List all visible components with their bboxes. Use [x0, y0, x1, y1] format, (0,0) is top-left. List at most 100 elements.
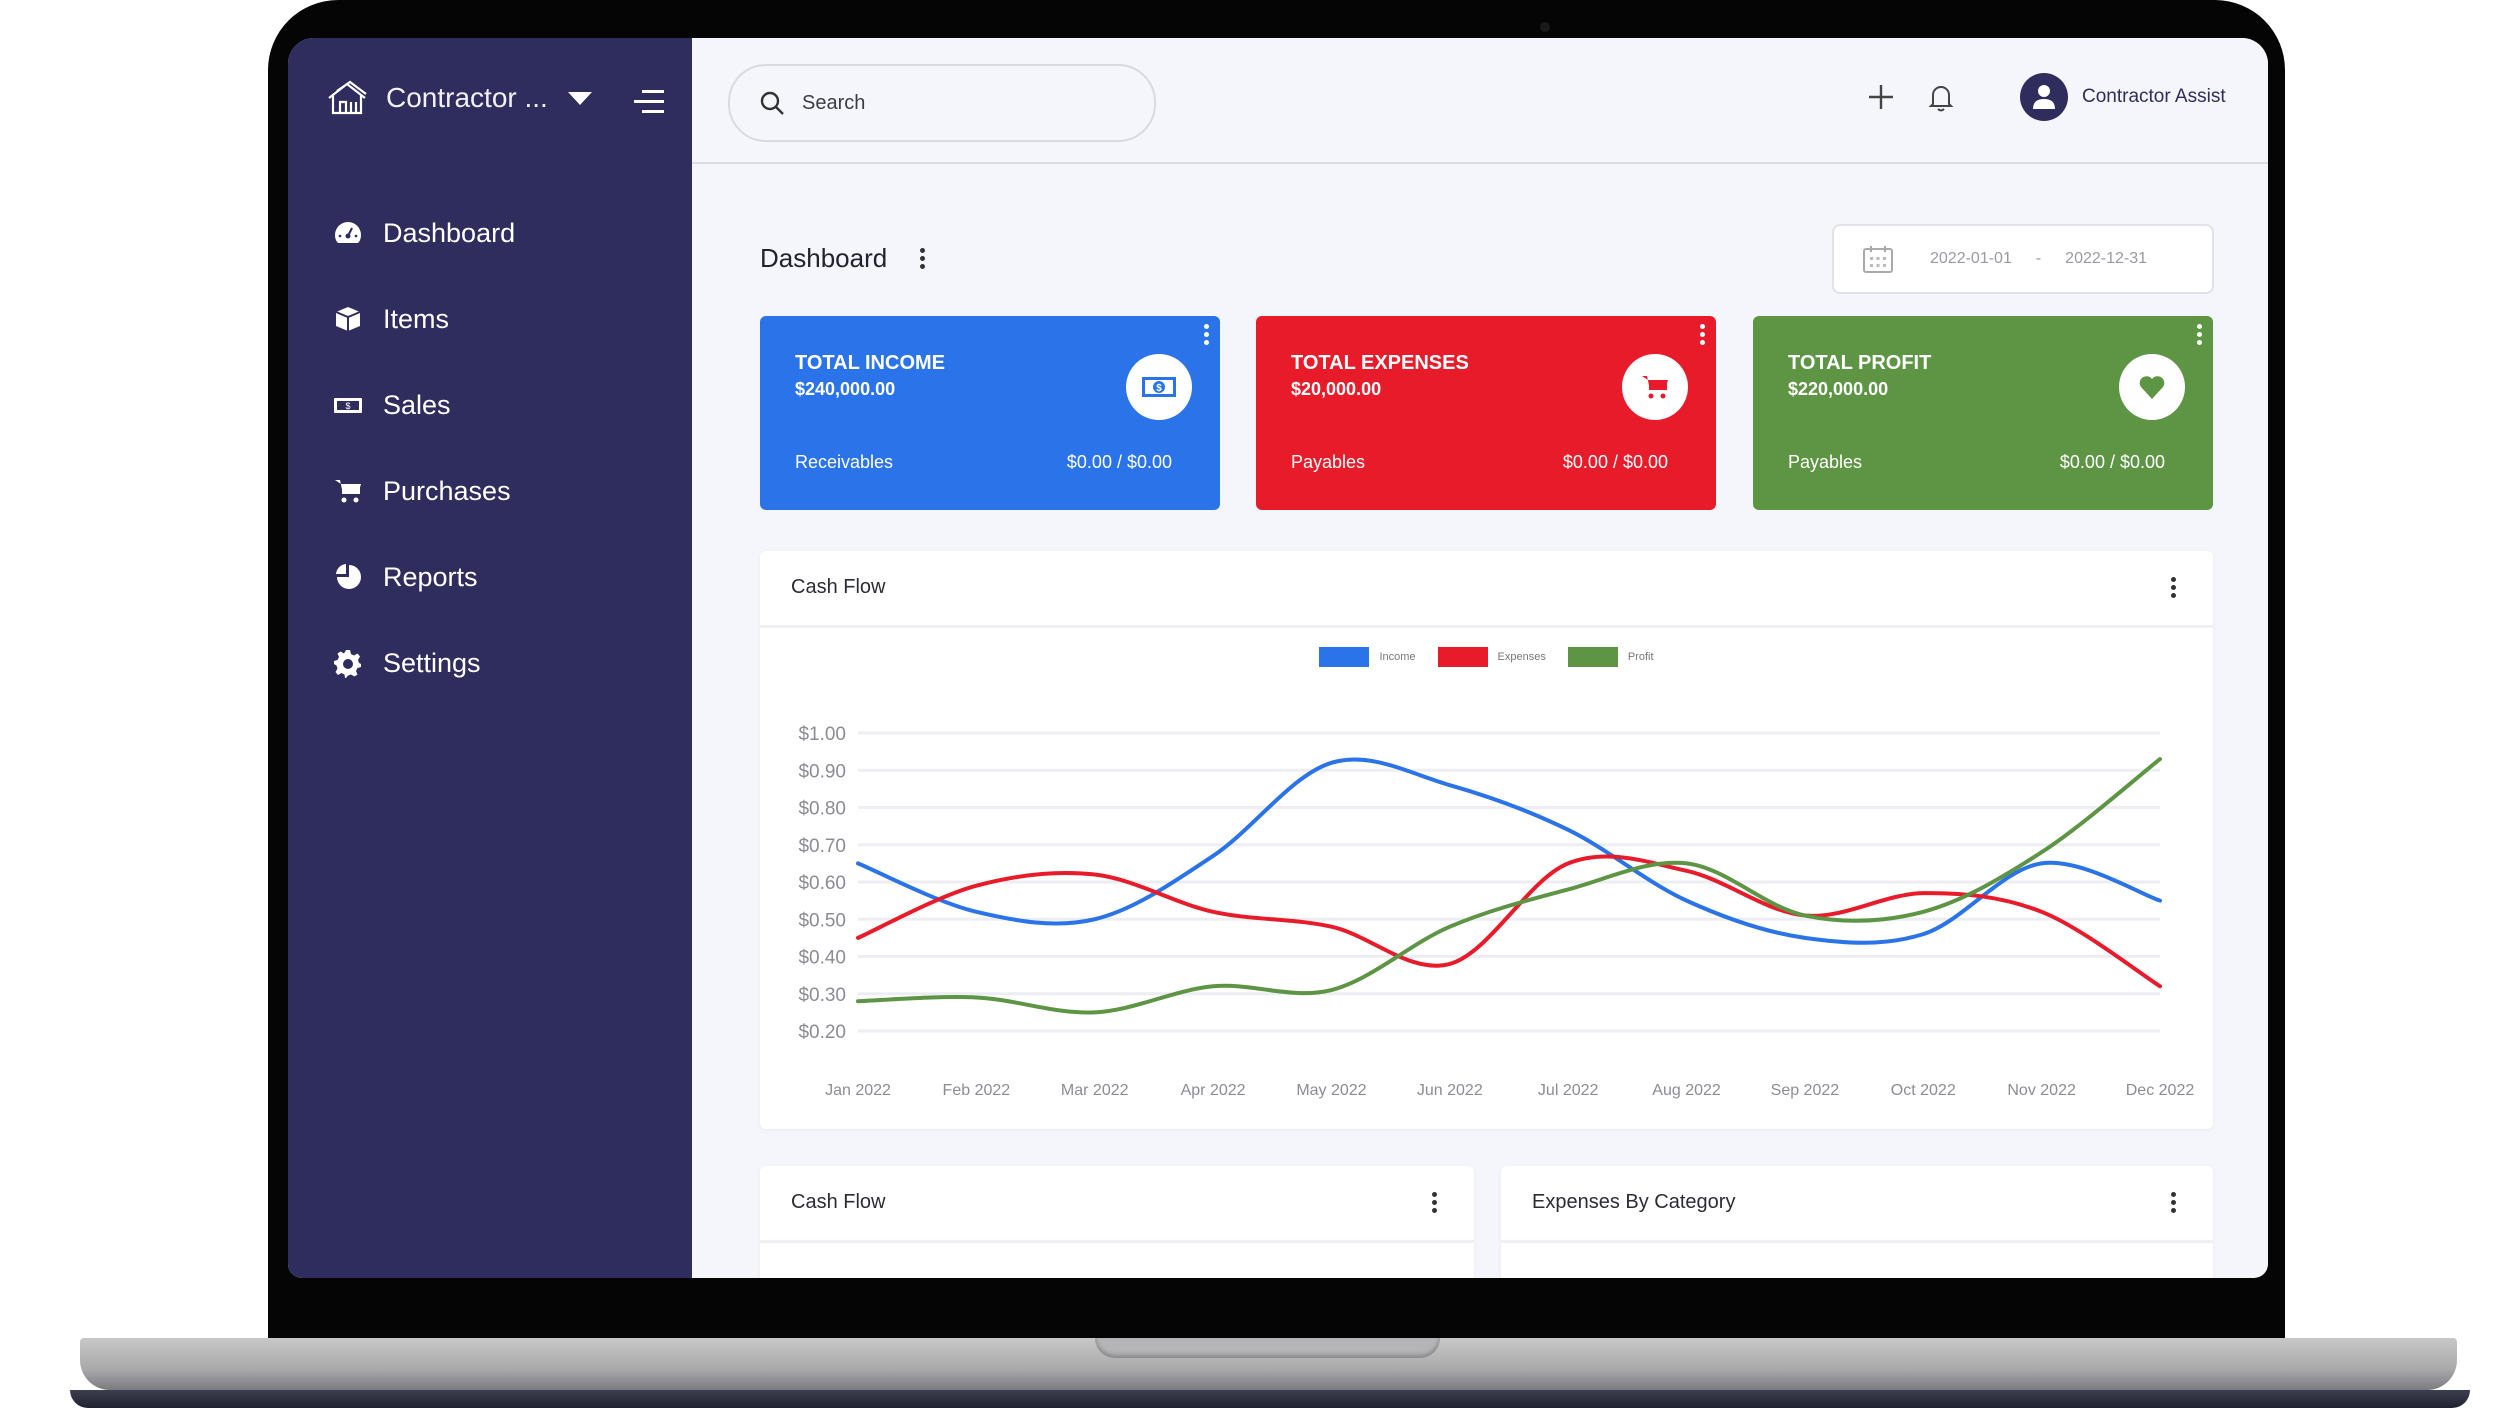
- app-window: Contractor ... Dashboard Items $ Sales P…: [288, 38, 2268, 1278]
- kpi-value: $20,000.00: [1291, 379, 1382, 399]
- card-options-menu-icon[interactable]: [2193, 324, 2205, 345]
- kpi-card-total-profit: TOTAL PROFIT $220,000.00 Payables $0.00 …: [1753, 316, 2213, 510]
- sidebar-item-label: Settings: [383, 647, 481, 678]
- kpi-ratio: $0.00 / $0.00: [1562, 452, 1668, 472]
- gear-icon: [334, 650, 361, 678]
- calendar-icon: [1863, 246, 1893, 273]
- cash-flow-chart: $1.00 $0.90 $0.80 $0.70 $0.60 $0.50 $0.40 $0.30…: [798, 724, 2194, 1099]
- x-tick-label: Feb 2022: [943, 1082, 1011, 1099]
- laptop-base-edge: [70, 1390, 2470, 1408]
- kpi-sub-label: Receivables: [795, 452, 894, 472]
- x-tick-label: Oct 2022: [1891, 1082, 1956, 1099]
- dashboard-icon: [335, 222, 361, 243]
- cart-icon: [1622, 354, 1688, 420]
- sidebar-item-items[interactable]: Items: [333, 276, 515, 362]
- y-tick-label: $0.80: [798, 799, 846, 820]
- heart-icon: [2119, 354, 2185, 420]
- company-name: Contractor ...: [386, 82, 548, 113]
- expenses-by-category-card: Expenses By Category: [1501, 1166, 2213, 1278]
- x-tick-label: Jun 2022: [1417, 1082, 1483, 1099]
- cash-flow-card: Cash Flow Income Expenses Profit $1.00 $0…: [760, 551, 2213, 1129]
- kpi-ratio: $0.00 / $0.00: [1066, 452, 1172, 472]
- x-tick-label: Jul 2022: [1538, 1082, 1599, 1099]
- x-tick-label: May 2022: [1296, 1082, 1366, 1099]
- plus-icon[interactable]: [1864, 80, 1898, 114]
- kpi-title: TOTAL PROFIT: [1788, 352, 1932, 374]
- bell-icon[interactable]: [1924, 80, 1958, 114]
- sidebar-item-label: Dashboard: [383, 217, 516, 248]
- card-options-menu-icon[interactable]: [1428, 1192, 1440, 1213]
- top-header: Contractor Assist: [692, 38, 2268, 164]
- sidebar-item-purchases[interactable]: Purchases: [333, 448, 515, 534]
- pie-chart-icon: [336, 564, 361, 589]
- date-from[interactable]: 2022-01-01: [1930, 250, 2012, 268]
- sidebar-item-sales[interactable]: $ Sales: [333, 362, 515, 448]
- x-tick-label: Nov 2022: [2007, 1082, 2076, 1099]
- sidebar-item-dashboard[interactable]: Dashboard: [333, 190, 515, 276]
- kpi-value: $220,000.00: [1788, 379, 1889, 399]
- user-name: Contractor Assist: [2082, 86, 2226, 107]
- x-tick-label: Jan 2022: [825, 1082, 891, 1099]
- webcam: [1540, 22, 1550, 32]
- sidebar-item-label: Items: [383, 303, 450, 334]
- y-tick-label: $0.20: [798, 1022, 846, 1043]
- cart-icon: [335, 480, 361, 503]
- company-switcher[interactable]: Contractor ...: [326, 80, 592, 116]
- card-header: Expenses By Category: [1501, 1166, 2213, 1243]
- sidebar: Contractor ... Dashboard Items $ Sales P…: [288, 38, 692, 1278]
- y-tick-label: $0.90: [798, 761, 846, 782]
- avatar: [2020, 73, 2068, 121]
- sidebar-item-settings[interactable]: Settings: [333, 620, 515, 706]
- svg-text:$: $: [1156, 383, 1162, 394]
- kpi-sub-label: Payables: [1788, 452, 1863, 472]
- sidebar-item-label: Reports: [383, 561, 478, 592]
- card-header: Cash Flow: [760, 1166, 1474, 1243]
- y-tick-label: $0.30: [798, 985, 846, 1006]
- y-tick-label: $0.60: [798, 873, 846, 894]
- page-options-menu-icon[interactable]: [916, 248, 928, 269]
- house-icon: [328, 80, 367, 115]
- card-options-menu-icon[interactable]: [1696, 324, 1708, 345]
- card-title: Expenses By Category: [1532, 1191, 1736, 1213]
- money-icon: $: [1126, 354, 1192, 420]
- kpi-card-total-expenses: TOTAL EXPENSES $20,000.00 Payables $0.00…: [1256, 316, 1716, 510]
- laptop-hinge-notch: [1095, 1338, 1440, 1358]
- date-separator: -: [2035, 250, 2042, 267]
- kpi-sub-label: Payables: [1291, 452, 1366, 472]
- date-to[interactable]: 2022-12-31: [2065, 250, 2147, 268]
- user-menu[interactable]: Contractor Assist: [2020, 73, 2226, 121]
- series-line-expenses: [856, 854, 2162, 989]
- card-options-menu-icon[interactable]: [2167, 1192, 2179, 1213]
- page-title: Dashboard: [760, 243, 888, 273]
- box-icon: [335, 307, 361, 331]
- search-box[interactable]: [728, 64, 1156, 142]
- sidebar-item-label: Sales: [383, 389, 451, 420]
- user-icon: [2033, 85, 2055, 109]
- kpi-value: $240,000.00: [795, 379, 896, 399]
- chevron-down-icon[interactable]: [567, 91, 592, 105]
- kpi-title: TOTAL INCOME: [795, 352, 945, 374]
- x-tick-label: Apr 2022: [1181, 1082, 1246, 1099]
- y-tick-label: $0.50: [798, 910, 846, 931]
- menu-toggle-button[interactable]: [634, 90, 664, 120]
- y-tick-label: $0.40: [798, 948, 846, 969]
- card-title: Cash Flow: [791, 1191, 886, 1213]
- kpi-ratio: $0.00 / $0.00: [2059, 452, 2165, 472]
- kpi-card-total-income: TOTAL INCOME $240,000.00 $ Receivables $…: [760, 316, 1220, 510]
- card-options-menu-icon[interactable]: [1200, 324, 1212, 345]
- kpi-title: TOTAL EXPENSES: [1291, 352, 1469, 374]
- sidebar-item-reports[interactable]: Reports: [333, 534, 515, 620]
- y-tick-label: $1.00: [798, 724, 846, 745]
- cash-flow-summary-card: Cash Flow: [760, 1166, 1474, 1278]
- sidebar-item-label: Purchases: [383, 475, 511, 506]
- series-line-profit: [856, 757, 2162, 1015]
- search-input[interactable]: [800, 90, 1104, 116]
- date-range-picker[interactable]: 2022-01-01 - 2022-12-31: [1832, 224, 2214, 294]
- sidebar-nav: Dashboard Items $ Sales Purchases Report…: [333, 190, 515, 706]
- y-tick-label: $0.70: [798, 836, 846, 857]
- x-tick-label: Mar 2022: [1061, 1082, 1129, 1099]
- x-tick-label: Aug 2022: [1652, 1082, 1721, 1099]
- money-icon: $: [334, 398, 362, 413]
- search-icon: [760, 91, 784, 115]
- x-tick-label: Sep 2022: [1771, 1082, 1840, 1099]
